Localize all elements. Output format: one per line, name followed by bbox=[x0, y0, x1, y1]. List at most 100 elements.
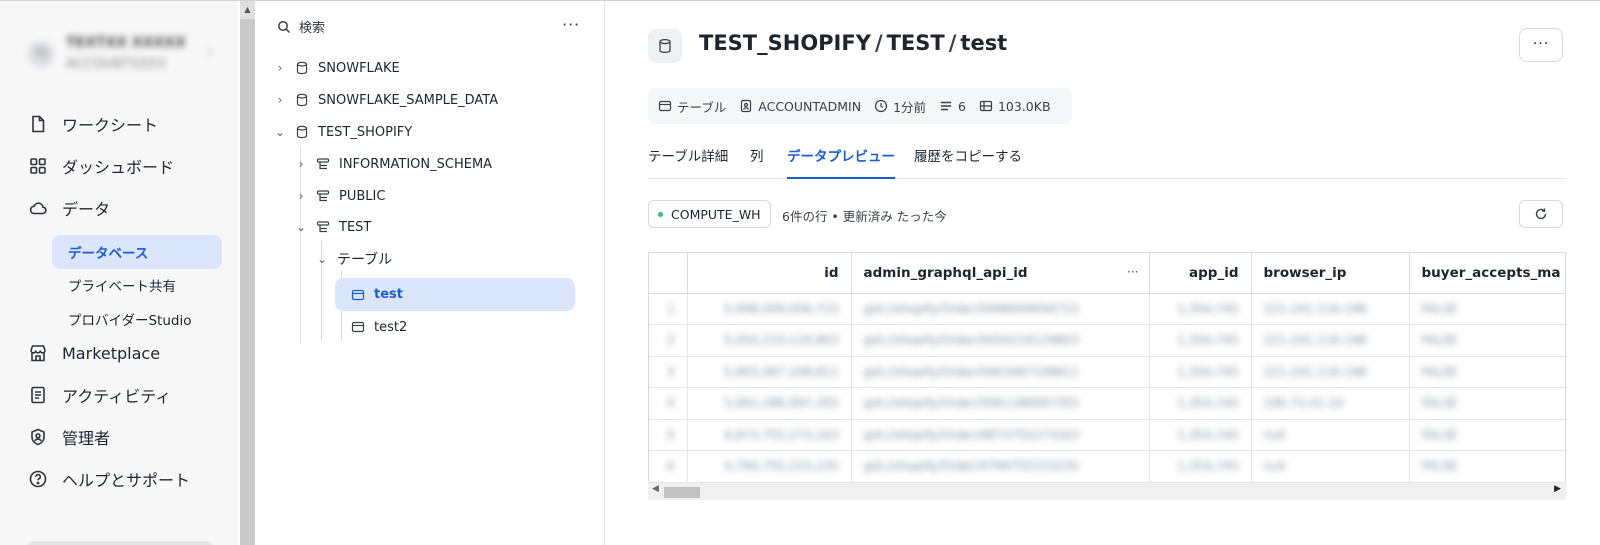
chevron-right-icon[interactable]: › bbox=[294, 157, 308, 171]
nav-item-worksheets[interactable]: ワークシート bbox=[28, 107, 228, 141]
cell-browser-ip[interactable]: 221.241.116.198 bbox=[1251, 324, 1410, 357]
cell-buyer-accepts[interactable]: FALSE bbox=[1409, 356, 1565, 388]
cell-id[interactable]: 4,794,755,153,235 bbox=[687, 450, 852, 483]
cell-buyer-accepts[interactable]: FALSE bbox=[1409, 387, 1565, 420]
nav-item-help[interactable]: ヘルプとサポート bbox=[28, 462, 228, 496]
explorer-more-button[interactable]: ··· bbox=[562, 15, 580, 34]
tab-table-details[interactable]: テーブル詳細 bbox=[648, 145, 728, 179]
scroll-left-arrow-icon[interactable]: ◀ bbox=[652, 484, 659, 494]
scroll-up-arrow-icon[interactable]: ▲ bbox=[240, 1, 255, 19]
cell-buyer-accepts[interactable]: FALSE bbox=[1409, 293, 1565, 325]
breadcrumb-schema[interactable]: TEST bbox=[887, 31, 945, 55]
tree-item-test-shopify[interactable]: ⌄ TEST_SHOPIFY bbox=[273, 117, 412, 147]
cell-browser-ip[interactable]: 106.73.41.10 bbox=[1251, 387, 1410, 420]
cell-row-number[interactable]: 6 bbox=[649, 450, 688, 483]
nav-sub-databases[interactable]: データベース bbox=[52, 235, 222, 269]
cell-buyer-accepts[interactable]: FALSE bbox=[1409, 324, 1565, 357]
tab-data-preview[interactable]: データプレビュー bbox=[787, 145, 895, 179]
cell-value: null bbox=[1263, 459, 1286, 474]
cell-row-number[interactable]: 2 bbox=[649, 324, 688, 357]
column-header-admin-graphql-api-id[interactable]: admin_graphql_api_id ··· bbox=[851, 253, 1150, 294]
column-header-id[interactable]: id bbox=[687, 253, 852, 294]
nav-sub-private-sharing[interactable]: プライベート共有 bbox=[52, 268, 222, 302]
cell-admin-graphql-api-id[interactable]: gid://shopify/Order/5061186097355 bbox=[851, 387, 1150, 420]
horizontal-scrollbar[interactable]: ◀ ▶ bbox=[648, 482, 1566, 500]
nav-item-dashboards[interactable]: ダッシュボード bbox=[28, 149, 228, 183]
cell-browser-ip[interactable]: 221.241.116.198 bbox=[1251, 293, 1410, 325]
database-icon bbox=[296, 61, 308, 75]
nav-item-admin[interactable]: 管理者 bbox=[28, 420, 228, 454]
help-icon bbox=[29, 470, 47, 488]
cell-admin-graphql-api-id[interactable]: gid://shopify/Order/4794755153235 bbox=[851, 450, 1150, 483]
tree-item-snowflake[interactable]: › SNOWFLAKE bbox=[273, 53, 400, 83]
table-row[interactable]: 6 4,794,755,153,235 gid://shopify/Order/47… bbox=[649, 450, 1565, 483]
cell-app-id[interactable]: 1,354,745 bbox=[1149, 419, 1252, 451]
table-row[interactable]: 5 4,873,755,273,163 gid://shopify/Order/48… bbox=[649, 419, 1565, 451]
chevron-down-icon[interactable]: ⌄ bbox=[273, 125, 287, 139]
cell-browser-ip[interactable]: null bbox=[1251, 419, 1410, 451]
cell-id[interactable]: 4,873,755,273,163 bbox=[687, 419, 852, 451]
nav-item-marketplace[interactable]: Marketplace bbox=[28, 336, 228, 370]
cell-row-number[interactable]: 1 bbox=[649, 293, 688, 325]
cell-id[interactable]: 5,054,219,129,803 bbox=[687, 324, 852, 357]
cell-admin-graphql-api-id[interactable]: gid://shopify/Order/5054219129803 bbox=[851, 324, 1150, 357]
tree-label: TEST_SHOPIFY bbox=[318, 124, 413, 140]
table-row[interactable]: 2 5,054,219,129,803 gid://shopify/Order/50… bbox=[649, 324, 1565, 357]
cell-app-id[interactable]: 1,354,745 bbox=[1149, 387, 1252, 420]
more-actions-button[interactable]: ··· bbox=[1519, 28, 1563, 62]
column-header-buyer-accepts[interactable]: buyer_accepts_ma bbox=[1409, 253, 1565, 294]
tree-item-snowflake-sample-data[interactable]: › SNOWFLAKE_SAMPLE_DATA bbox=[273, 85, 499, 115]
cell-row-number[interactable]: 4 bbox=[649, 387, 688, 420]
cell-admin-graphql-api-id[interactable]: gid://shopify/Order/4873755273163 bbox=[851, 419, 1150, 451]
nav-scrollbar[interactable] bbox=[240, 1, 255, 545]
cell-id[interactable]: 5,998,009,056,715 bbox=[687, 293, 852, 325]
scrollbar-thumb[interactable] bbox=[664, 487, 700, 498]
cell-row-number[interactable]: 3 bbox=[649, 356, 688, 388]
tree-item-test-schema[interactable]: ⌄ TEST bbox=[294, 212, 371, 242]
table-row[interactable]: 3 5,903,487,108,811 gid://shopify/Order/59… bbox=[649, 356, 1565, 388]
tab-copy-history[interactable]: 履歴をコピーする bbox=[914, 145, 1022, 179]
tree-item-tables-group[interactable]: ⌄ テーブル bbox=[315, 244, 392, 274]
column-header-browser-ip[interactable]: browser_ip bbox=[1251, 253, 1410, 294]
meta-type: テーブル bbox=[658, 97, 726, 116]
cell-value: gid://shopify/Order/4794755153235 bbox=[863, 459, 1079, 474]
chevron-right-icon[interactable]: › bbox=[273, 61, 287, 75]
chevron-down-icon[interactable]: ⌄ bbox=[294, 220, 308, 234]
chevron-right-icon[interactable]: › bbox=[294, 189, 308, 203]
account-switcher[interactable]: TE TEXTXX XXXXX ACCOUNTXXXX › bbox=[28, 31, 218, 79]
nav-item-activity[interactable]: アクティビティ bbox=[28, 378, 228, 412]
cell-admin-graphql-api-id[interactable]: gid://shopify/Order/5998009056715 bbox=[851, 293, 1150, 325]
nav-item-data[interactable]: データ bbox=[28, 191, 228, 225]
cell-app-id[interactable]: 1,354,745 bbox=[1149, 324, 1252, 357]
table-row[interactable]: 4 5,061,186,097,355 gid://shopify/Order/50… bbox=[649, 387, 1565, 420]
column-header-app-id[interactable]: app_id bbox=[1149, 253, 1252, 294]
nav-sub-provider-studio[interactable]: プロバイダーStudio bbox=[52, 302, 222, 336]
column-menu-button[interactable]: ··· bbox=[1127, 265, 1138, 279]
tree-item-information-schema[interactable]: › INFORMATION_SCHEMA bbox=[294, 149, 492, 179]
cell-app-id[interactable]: 1,354,745 bbox=[1149, 293, 1252, 325]
refresh-button[interactable] bbox=[1519, 200, 1563, 228]
cell-buyer-accepts[interactable]: FALSE bbox=[1409, 419, 1565, 451]
cell-row-number[interactable]: 5 bbox=[649, 419, 688, 451]
tree-item-table-test2[interactable]: test2 bbox=[351, 312, 407, 342]
cell-buyer-accepts[interactable]: FALSE bbox=[1409, 450, 1565, 483]
cell-browser-ip[interactable]: 221.241.116.198 bbox=[1251, 356, 1410, 388]
tree-item-table-test[interactable]: test bbox=[335, 278, 575, 311]
warehouse-selector[interactable]: COMPUTE_WH bbox=[648, 200, 771, 228]
cell-admin-graphql-api-id[interactable]: gid://shopify/Order/5903487108811 bbox=[851, 356, 1150, 388]
cell-browser-ip[interactable]: null bbox=[1251, 450, 1410, 483]
table-row[interactable]: 1 5,998,009,056,715 gid://shopify/Order/59… bbox=[649, 293, 1565, 325]
cell-id[interactable]: 5,903,487,108,811 bbox=[687, 356, 852, 388]
search-icon bbox=[278, 20, 291, 33]
cell-app-id[interactable]: 1,354,745 bbox=[1149, 450, 1252, 483]
chevron-right-icon[interactable]: › bbox=[273, 93, 287, 107]
breadcrumb-db[interactable]: TEST_SHOPIFY bbox=[699, 31, 871, 55]
tree-item-public[interactable]: › PUBLIC bbox=[294, 181, 386, 211]
cell-id[interactable]: 5,061,186,097,355 bbox=[687, 387, 852, 420]
explorer-search[interactable]: 検索 bbox=[277, 17, 325, 36]
chevron-down-icon[interactable]: ⌄ bbox=[315, 252, 329, 266]
scroll-right-arrow-icon[interactable]: ▶ bbox=[1554, 484, 1561, 494]
cell-app-id[interactable]: 1,354,745 bbox=[1149, 356, 1252, 388]
tab-columns[interactable]: 列 bbox=[750, 145, 764, 179]
cell-value: 1,354,745 bbox=[1177, 396, 1239, 411]
